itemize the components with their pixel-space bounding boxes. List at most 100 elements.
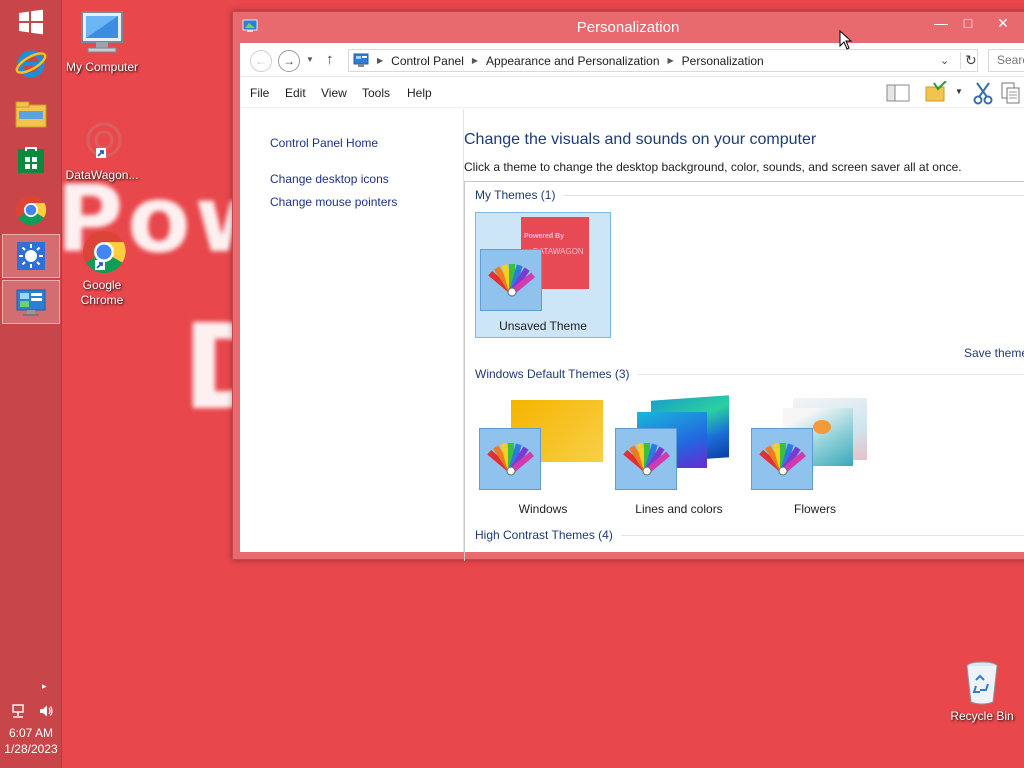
left-navigation-pane: Control Panel Home Change desktop icons … (240, 109, 464, 552)
up-arrow-icon: ↑ (326, 51, 334, 68)
window-title: Personalization (576, 19, 680, 36)
theme-unsaved[interactable]: Powered By DATAWAGON Unsaved Theme (475, 212, 611, 338)
taskbar-store[interactable] (2, 138, 60, 182)
tray-expand-arrow[interactable]: ▸ (42, 681, 47, 692)
back-arrow-icon: ← (255, 54, 267, 68)
breadcrumb-control-panel[interactable]: Control Panel (391, 54, 464, 68)
group-title: My Themes (1) (475, 188, 556, 202)
theme-name: Lines and colors (635, 502, 723, 516)
forward-arrow-icon: → (283, 54, 295, 68)
sun-settings-icon (17, 242, 45, 270)
control-panel-home-link[interactable]: Control Panel Home (270, 136, 378, 150)
close-button[interactable]: ✕ (988, 12, 1018, 34)
address-dropdown-icon[interactable]: ⌄ (940, 54, 949, 67)
main-content: Change the visuals and sounds on your co… (464, 109, 1024, 561)
search-input[interactable]: Search (988, 49, 1024, 72)
refresh-icon[interactable]: ↻ (960, 52, 977, 69)
theme-list: My Themes (1) Powered By DATAWAGON Unsav… (464, 181, 1024, 561)
color-fan-icon (488, 263, 536, 297)
desktop-icon-label: DataWagon... (65, 168, 139, 182)
color-swatch (615, 428, 677, 490)
network-icon[interactable] (10, 703, 26, 719)
clock-time: 6:07 AM (8, 726, 54, 740)
change-desktop-icons-link[interactable]: Change desktop icons (270, 172, 389, 186)
datawagon-shortcut-icon (86, 122, 122, 158)
minimize-button[interactable]: — (926, 12, 956, 34)
desktop-icon-label: My Computer (65, 60, 139, 74)
theme-windows[interactable]: Windows (475, 394, 611, 520)
computer-icon (81, 11, 123, 53)
up-button[interactable]: ↑ (326, 51, 334, 68)
group-high-contrast-themes: High Contrast Themes (4) (475, 528, 1024, 542)
internet-explorer-icon (15, 50, 47, 78)
flower-petal-shape (813, 420, 831, 434)
folder-options-icon[interactable] (924, 81, 948, 103)
cut-icon[interactable] (973, 81, 993, 105)
windows-logo-icon (19, 9, 43, 35)
theme-name: Windows (518, 502, 568, 516)
color-fan-icon (487, 442, 535, 476)
maximize-button[interactable]: □ (953, 12, 983, 34)
taskbar-control-panel[interactable] (2, 280, 60, 324)
desktop-icon-label: Recycle Bin (950, 709, 1014, 723)
menu-help[interactable]: Help (407, 86, 432, 100)
menu-bar: File Edit View Tools Help ▼ (240, 78, 1024, 108)
theme-name: Flowers (793, 502, 836, 516)
page-description: Click a theme to change the desktop back… (464, 160, 962, 174)
forward-button[interactable]: → (278, 50, 300, 72)
save-theme-link[interactable]: Save theme (964, 346, 1024, 360)
desktop-icon-recycle-bin[interactable]: Recycle Bin (944, 660, 1020, 723)
preview-text-line1: Powered By (524, 233, 565, 240)
personalization-window: Personalization — □ ✕ ← → ▼ ↑ ▶ Control … (232, 11, 1024, 561)
group-title: Windows Default Themes (3) (475, 367, 630, 381)
taskbar-internet-explorer[interactable] (2, 41, 60, 85)
taskbar-chrome[interactable] (2, 188, 60, 232)
mouse-cursor-icon (839, 30, 853, 50)
desktop-icon-my-computer[interactable]: My Computer (60, 10, 144, 75)
color-swatch (479, 428, 541, 490)
address-bar[interactable]: ▶ Control Panel ▶ Appearance and Persona… (348, 49, 978, 72)
start-button[interactable] (2, 0, 60, 44)
taskbar-clock[interactable]: 6:07 AM 1/28/2023 (0, 725, 62, 757)
color-swatch (480, 249, 542, 311)
recent-locations-dropdown[interactable]: ▼ (306, 55, 314, 64)
recycle-bin-icon (966, 661, 998, 705)
taskbar-file-explorer[interactable] (2, 92, 60, 136)
group-my-themes: My Themes (1) (475, 188, 1024, 202)
breadcrumb-appearance[interactable]: Appearance and Personalization (486, 54, 659, 68)
menu-view[interactable]: View (321, 86, 347, 100)
volume-icon[interactable] (38, 703, 54, 719)
color-fan-icon (623, 442, 671, 476)
folder-icon (15, 101, 47, 128)
breadcrumb-separator-icon: ▶ (667, 56, 674, 65)
preview-pane-icon[interactable] (886, 83, 910, 103)
desktop-icon-label: Google Chrome (80, 278, 124, 307)
desktop-icon-google-chrome[interactable]: Google Chrome (60, 228, 144, 308)
desktop-icon-datawagon[interactable]: DataWagon... (60, 118, 144, 183)
control-panel-icon (16, 289, 46, 316)
theme-name: Unsaved Theme (499, 319, 587, 333)
organize-dropdown-icon[interactable]: ▼ (955, 87, 963, 96)
theme-lines-and-colors[interactable]: Lines and colors (611, 394, 747, 520)
navigation-bar: ← → ▼ ↑ ▶ Control Panel ▶ Appearance and… (240, 43, 1024, 77)
breadcrumb-separator-icon: ▶ (377, 56, 384, 65)
theme-flowers[interactable]: Flowers (747, 394, 883, 520)
group-default-themes: Windows Default Themes (3) (475, 367, 1024, 381)
color-swatch (751, 428, 813, 490)
taskbar-app-blue[interactable] (2, 234, 60, 278)
color-fan-icon (759, 442, 807, 476)
menu-edit[interactable]: Edit (285, 86, 306, 100)
group-title: High Contrast Themes (4) (475, 528, 613, 542)
breadcrumb-personalization[interactable]: Personalization (682, 54, 764, 68)
back-button[interactable]: ← (250, 50, 272, 72)
menu-tools[interactable]: Tools (362, 86, 390, 100)
window-titlebar[interactable]: Personalization — □ ✕ (233, 12, 1024, 42)
window-client: ← → ▼ ↑ ▶ Control Panel ▶ Appearance and… (240, 43, 1024, 561)
control-panel-icon (353, 53, 369, 67)
chrome-icon (16, 195, 47, 226)
clock-date: 1/28/2023 (4, 742, 58, 756)
taskbar: ▸ 6:07 AM 1/28/2023 (0, 0, 62, 768)
menu-file[interactable]: File (250, 86, 269, 100)
copy-icon[interactable] (1000, 81, 1022, 105)
change-mouse-pointers-link[interactable]: Change mouse pointers (270, 195, 397, 209)
